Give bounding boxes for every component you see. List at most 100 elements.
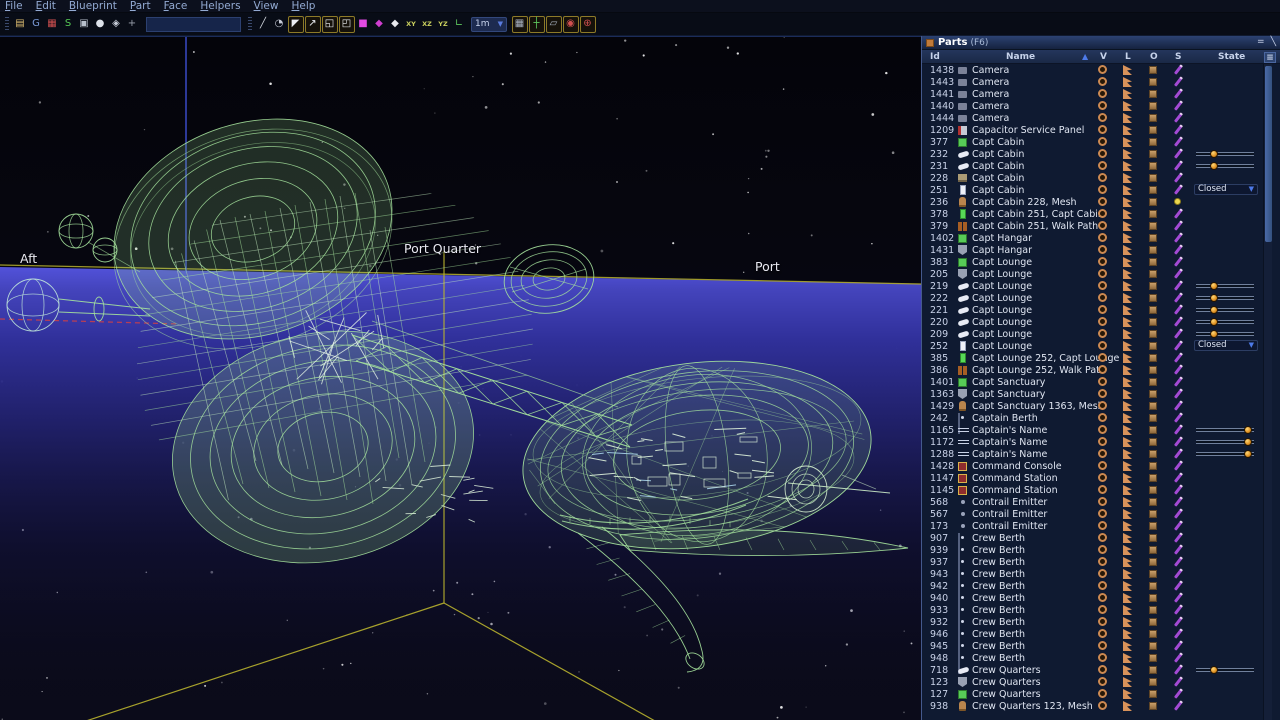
visibility-toggle-icon[interactable]: [1098, 509, 1107, 518]
collapse-icon[interactable]: =: [1257, 38, 1265, 47]
visibility-toggle-icon[interactable]: [1098, 353, 1107, 362]
visibility-toggle-icon[interactable]: [1098, 281, 1107, 290]
lock-toggle-icon[interactable]: [1123, 353, 1132, 363]
box-select-icon[interactable]: ◰: [338, 15, 355, 33]
lock-toggle-icon[interactable]: [1123, 137, 1132, 147]
face-mode-icon[interactable]: ◆: [372, 16, 387, 32]
edit-pencil-icon[interactable]: [1173, 460, 1184, 471]
table-row[interactable]: 1145 Command Station: [922, 484, 1262, 496]
ownership-toggle-icon[interactable]: [1149, 462, 1157, 470]
visibility-toggle-icon[interactable]: [1098, 125, 1107, 134]
table-row[interactable]: 932 Crew Berth: [922, 616, 1262, 638]
lock-toggle-icon[interactable]: [1123, 485, 1132, 495]
column-header-name[interactable]: Name: [1006, 52, 1035, 62]
table-row[interactable]: 232 Capt Cabin: [922, 148, 1262, 160]
slider-knob[interactable]: [1210, 282, 1218, 290]
lock-toggle-icon[interactable]: [1123, 233, 1132, 243]
edit-pencil-icon[interactable]: [1173, 328, 1184, 339]
ownership-toggle-icon[interactable]: [1149, 90, 1157, 98]
table-row[interactable]: 567 Contrail Emitter: [922, 508, 1262, 520]
lock-toggle-icon[interactable]: [1123, 77, 1132, 87]
edit-pencil-icon[interactable]: [1173, 100, 1184, 111]
table-row[interactable]: 123 Crew Quarters: [922, 676, 1262, 688]
visibility-toggle-icon[interactable]: [1098, 77, 1107, 86]
ownership-toggle-icon[interactable]: [1149, 210, 1157, 218]
save-icon[interactable]: ▤: [13, 16, 28, 32]
lock-toggle-icon[interactable]: [1123, 557, 1132, 567]
lock-toggle-icon[interactable]: [1123, 293, 1132, 303]
edit-pencil-icon[interactable]: [1173, 592, 1184, 603]
visibility-toggle-icon[interactable]: [1098, 389, 1107, 398]
visibility-toggle-icon[interactable]: [1098, 173, 1107, 182]
lock-toggle-icon[interactable]: [1123, 377, 1132, 387]
visibility-toggle-icon[interactable]: [1098, 161, 1107, 170]
visibility-toggle-icon[interactable]: [1098, 497, 1107, 506]
table-row[interactable]: 1444 Camera: [922, 112, 1262, 124]
visibility-toggle-icon[interactable]: [1098, 617, 1107, 626]
lock-toggle-icon[interactable]: [1123, 473, 1132, 483]
ownership-toggle-icon[interactable]: [1149, 690, 1157, 698]
visibility-toggle-icon[interactable]: [1098, 701, 1107, 710]
visibility-toggle-icon[interactable]: [1098, 149, 1107, 158]
state-slider[interactable]: [1196, 150, 1254, 158]
table-row[interactable]: 221 Capt Lounge: [922, 304, 1262, 316]
ownership-toggle-icon[interactable]: [1149, 174, 1157, 182]
edit-pencil-icon[interactable]: [1173, 340, 1184, 351]
ownership-toggle-icon[interactable]: [1149, 654, 1157, 662]
undo-shield-icon[interactable]: G: [29, 16, 44, 32]
table-row[interactable]: 127 Crew Quarters: [922, 688, 1262, 700]
visibility-toggle-icon[interactable]: [1098, 401, 1107, 410]
ownership-toggle-icon[interactable]: [1149, 666, 1157, 674]
ownership-toggle-icon[interactable]: [1149, 138, 1157, 146]
lock-toggle-icon[interactable]: [1123, 449, 1132, 459]
lock-toggle-icon[interactable]: [1123, 581, 1132, 591]
ownership-toggle-icon[interactable]: [1149, 534, 1157, 542]
edit-pencil-icon[interactable]: [1173, 268, 1184, 279]
edit-pencil-icon[interactable]: [1173, 280, 1184, 291]
table-row[interactable]: 205 Capt Lounge: [922, 268, 1262, 280]
table-row[interactable]: 219 Capt Lounge: [922, 280, 1262, 292]
ownership-toggle-icon[interactable]: [1149, 570, 1157, 578]
visibility-toggle-icon[interactable]: [1098, 341, 1107, 350]
state-slider[interactable]: [1196, 318, 1254, 326]
edit-pencil-icon[interactable]: [1173, 616, 1184, 627]
ownership-toggle-icon[interactable]: [1149, 414, 1157, 422]
table-row[interactable]: 938 Crew Quarters 123, Mesh: [922, 700, 1262, 712]
lock-toggle-icon[interactable]: [1123, 545, 1132, 555]
table-row[interactable]: 1401 Capt Sanctuary: [922, 376, 1262, 388]
table-row[interactable]: 1363 Capt Sanctuary: [922, 388, 1262, 400]
table-row[interactable]: 252 Capt Lounge Closed ▼: [922, 340, 1262, 352]
edit-pencil-icon[interactable]: [1173, 676, 1184, 687]
visibility-toggle-icon[interactable]: [1098, 557, 1107, 566]
edit-pencil-icon[interactable]: [1173, 124, 1184, 135]
menu-item-view[interactable]: View: [254, 0, 279, 13]
ownership-toggle-icon[interactable]: [1149, 126, 1157, 134]
lock-toggle-icon[interactable]: [1123, 461, 1132, 471]
menu-item-help[interactable]: Help: [291, 0, 315, 13]
lock-toggle-icon[interactable]: [1123, 401, 1132, 411]
column-header-s[interactable]: S: [1175, 52, 1181, 62]
table-row[interactable]: 222 Capt Lounge: [922, 292, 1262, 304]
table-row[interactable]: 220 Capt Lounge: [922, 316, 1262, 328]
ownership-toggle-icon[interactable]: [1149, 522, 1157, 530]
ownership-toggle-icon[interactable]: [1149, 78, 1157, 86]
table-row[interactable]: 1147 Command Station: [922, 472, 1262, 484]
state-slider[interactable]: [1196, 294, 1254, 302]
edit-pencil-icon[interactable]: [1173, 688, 1184, 699]
visibility-toggle-icon[interactable]: [1098, 245, 1107, 254]
table-row[interactable]: 940 Crew Berth: [922, 592, 1262, 614]
visibility-toggle-icon[interactable]: [1098, 485, 1107, 494]
vertex-mode-icon[interactable]: ■: [356, 16, 371, 32]
lock-toggle-icon[interactable]: [1123, 509, 1132, 519]
lock-toggle-icon[interactable]: [1123, 125, 1132, 135]
lock-toggle-icon[interactable]: [1123, 413, 1132, 423]
lock-toggle-icon[interactable]: [1123, 605, 1132, 615]
translate-icon[interactable]: ↗: [304, 15, 321, 33]
state-slider[interactable]: [1196, 426, 1254, 434]
table-row[interactable]: 1402 Capt Hangar: [922, 232, 1262, 244]
ownership-toggle-icon[interactable]: [1149, 678, 1157, 686]
lock-toggle-icon[interactable]: [1123, 677, 1132, 687]
edit-pencil-icon[interactable]: [1173, 436, 1184, 447]
visibility-toggle-icon[interactable]: [1098, 197, 1107, 206]
scrollbar-track[interactable]: [1263, 64, 1272, 720]
